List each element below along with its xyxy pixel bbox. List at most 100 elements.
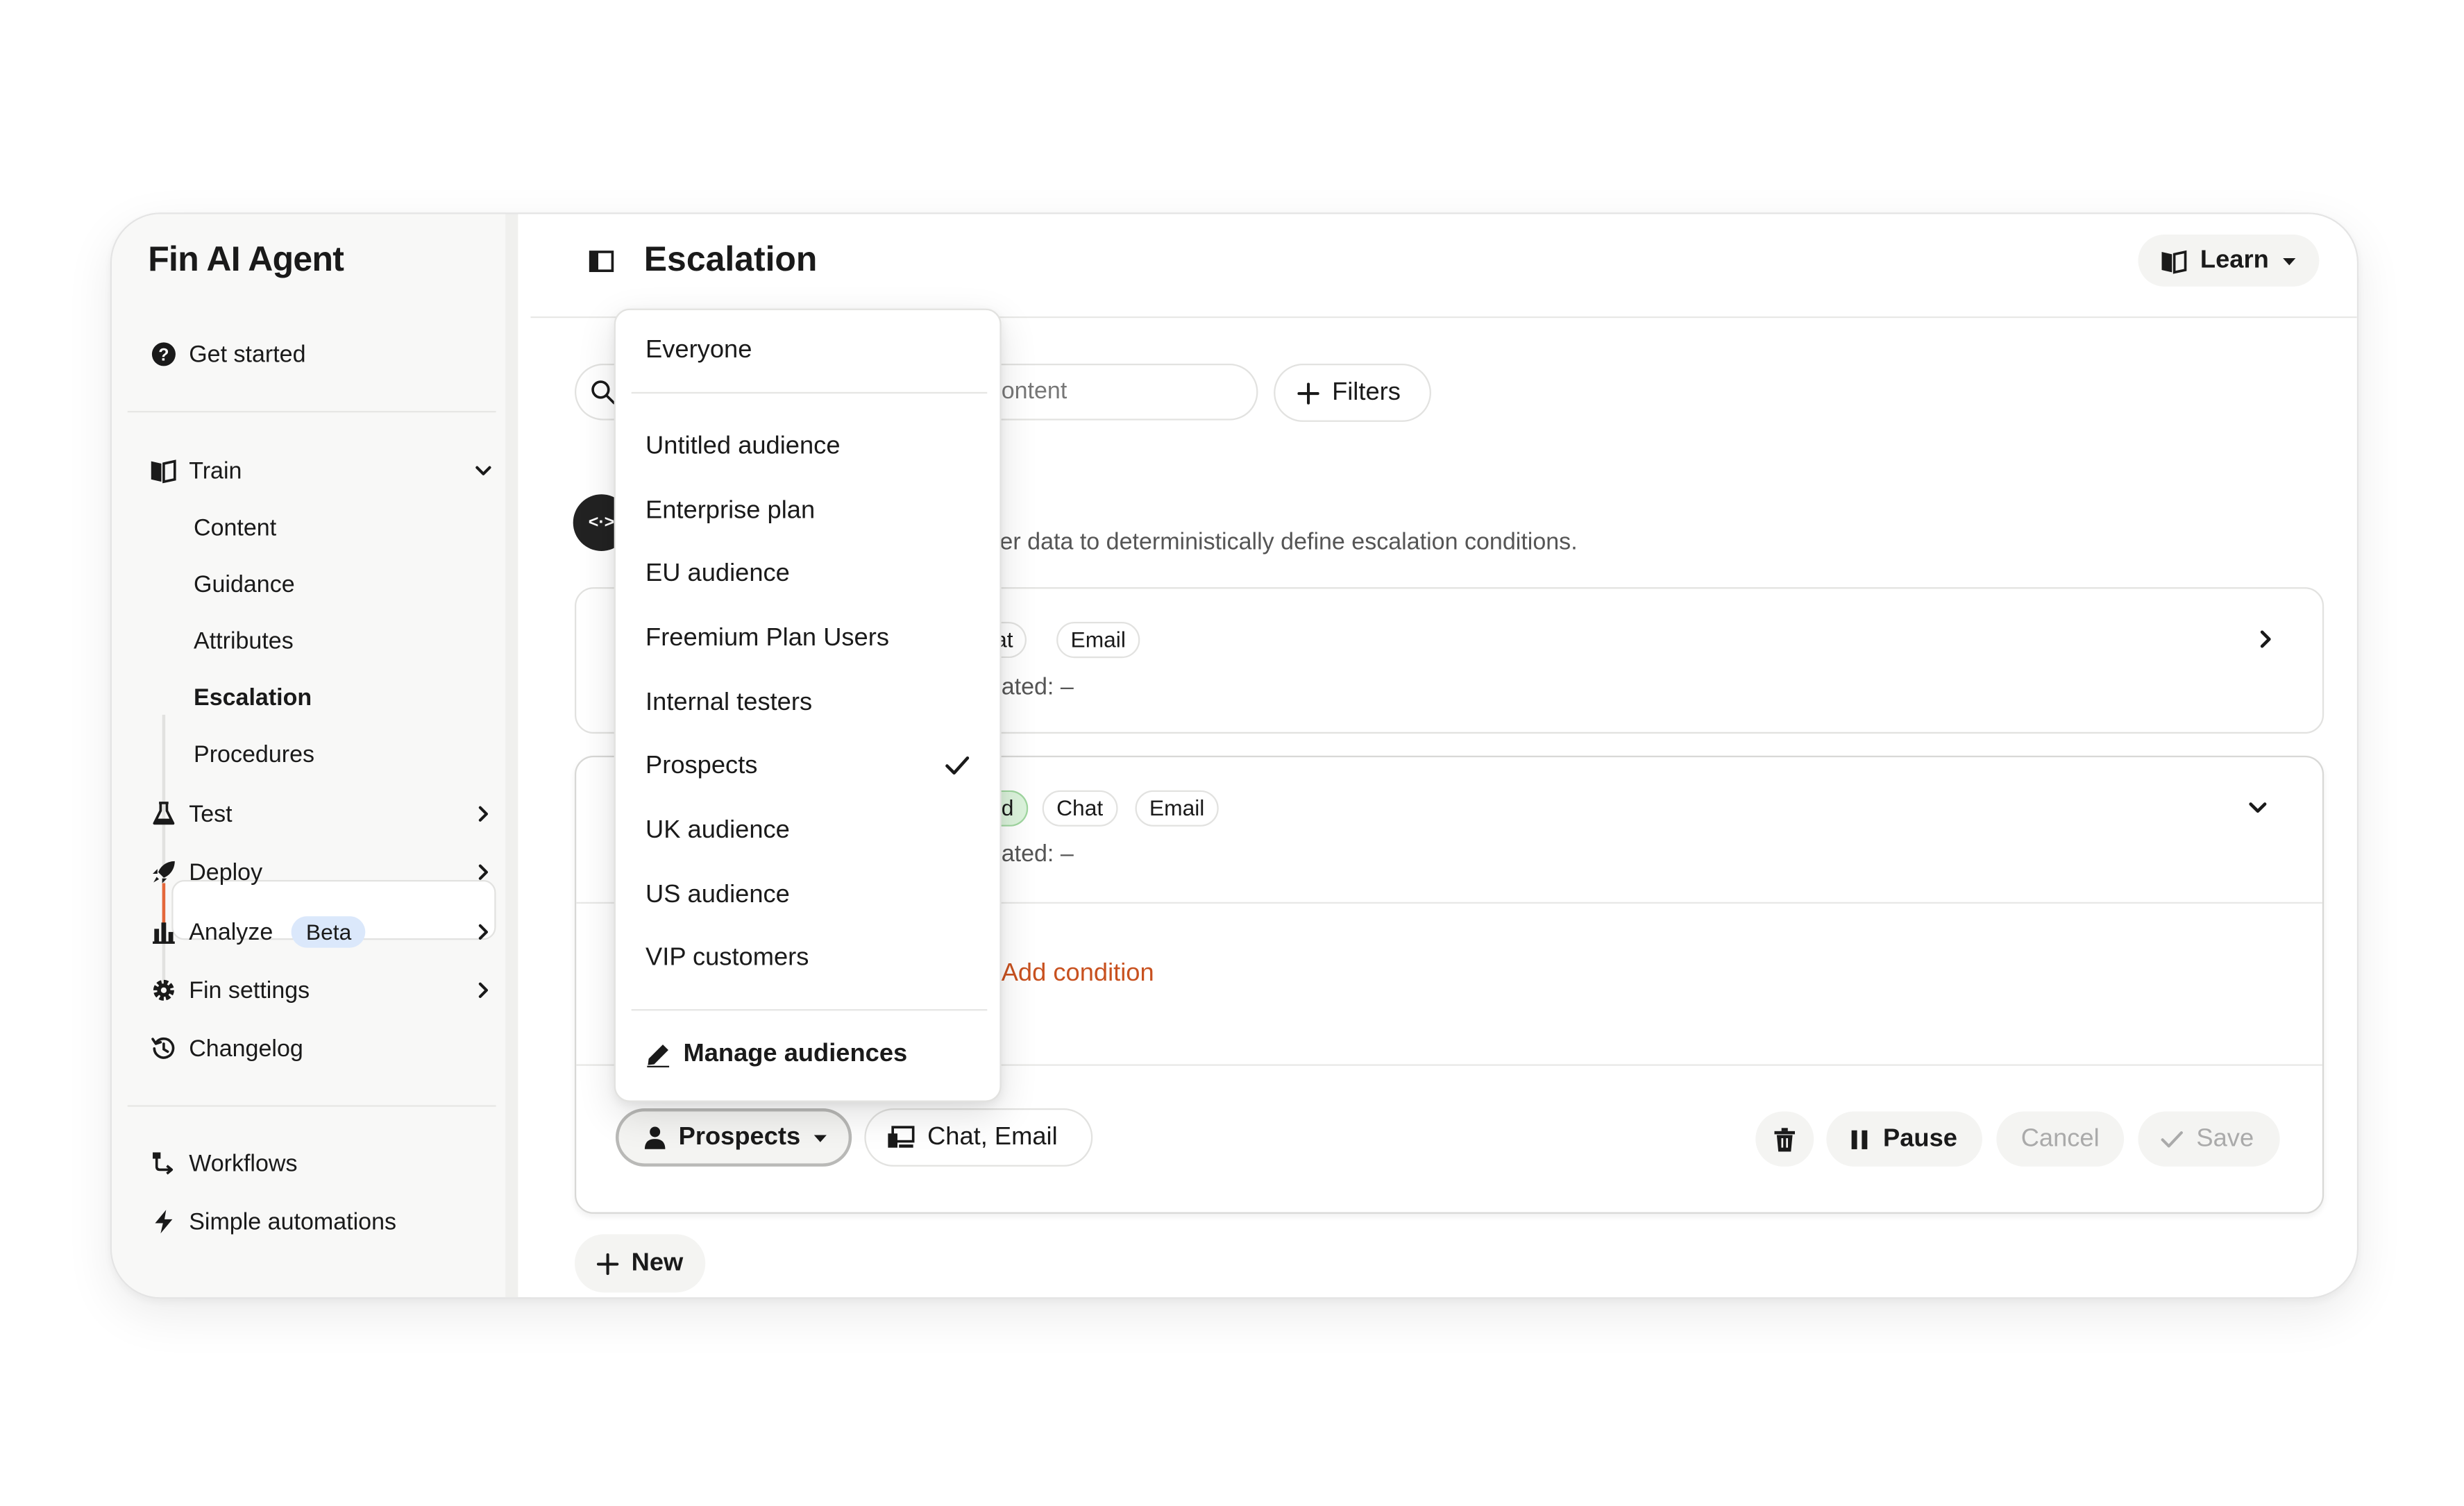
book-icon (2162, 249, 2188, 273)
subnav-item-procedures[interactable]: Procedures (194, 732, 314, 779)
flask-icon (149, 800, 176, 827)
subnav-item-content[interactable]: Content (194, 505, 276, 552)
nav-changelog[interactable]: Changelog (149, 1025, 496, 1072)
chevron-right-icon[interactable] (471, 860, 496, 885)
subnav-item-escalation[interactable]: Escalation (194, 675, 312, 722)
pause-icon (1850, 1128, 1868, 1150)
manage-audiences-label: Manage audiences (683, 1040, 908, 1067)
audience-option[interactable]: VIP customers (645, 935, 976, 982)
subnav-item-guidance[interactable]: Guidance (194, 562, 295, 609)
learn-label: Learn (2200, 246, 2269, 273)
save-label: Save (2196, 1124, 2254, 1152)
filters-label: Filters (1332, 378, 1401, 406)
channel-tag: Email (1056, 622, 1140, 659)
trash-icon (1774, 1127, 1795, 1151)
check-icon (945, 756, 970, 775)
new-label: New (631, 1249, 684, 1276)
manage-audiences-button[interactable]: Manage audiences (645, 1031, 907, 1078)
channel-tag: Chat (1042, 790, 1117, 827)
audience-option[interactable]: UK audience (645, 808, 976, 855)
section-description: er data to deterministically define esca… (999, 529, 1578, 556)
audience-select-button[interactable]: Prospects (615, 1108, 852, 1167)
nav-label: Test (189, 800, 233, 828)
nav-label: Analyze (189, 918, 273, 946)
history-icon (149, 1035, 176, 1062)
lightning-icon (149, 1208, 176, 1235)
nav-label: Train (189, 457, 242, 484)
learn-button[interactable]: Learn (2138, 234, 2320, 287)
pause-button[interactable]: Pause (1826, 1111, 1982, 1167)
devices-icon (886, 1126, 915, 1149)
nav-get-started[interactable]: ? Get started (149, 330, 496, 378)
sidebar-divider (127, 1105, 496, 1107)
plus-icon (1297, 382, 1319, 404)
plus-icon (596, 1252, 619, 1275)
beta-badge: Beta (292, 916, 366, 948)
chevron-right-icon[interactable] (2252, 625, 2280, 654)
nav-analyze[interactable]: Analyze Beta (149, 908, 496, 956)
rocket-icon (149, 858, 176, 886)
svg-text:?: ? (158, 345, 168, 364)
nav-train[interactable]: Train (149, 447, 496, 494)
save-button[interactable]: Save (2138, 1111, 2280, 1167)
search-placeholder: ontent (1001, 378, 1068, 405)
app-title: Fin AI Agent (148, 239, 344, 279)
nav-label: Deploy (189, 858, 263, 886)
bar-chart-icon (149, 919, 176, 946)
search-icon (591, 380, 616, 405)
pencil-icon (645, 1042, 670, 1067)
channels-label: Chat, Email (927, 1123, 1058, 1151)
delete-button[interactable] (1755, 1111, 1814, 1167)
audience-option-selected[interactable]: Prospects (645, 743, 976, 790)
sidebar-toggle-icon[interactable] (589, 248, 614, 273)
nav-label: Fin settings (189, 976, 310, 1004)
subnav-item-attributes[interactable]: Attributes (194, 618, 294, 666)
sidebar: Fin AI Agent ? Get started Train Content… (112, 214, 518, 1298)
audience-option[interactable]: Enterprise plan (645, 488, 976, 535)
filters-button[interactable]: Filters (1274, 364, 1431, 422)
audience-option[interactable]: Freemium Plan Users (645, 616, 976, 663)
nav-deploy[interactable]: Deploy (149, 849, 496, 896)
nav-label: Simple automations (189, 1208, 397, 1235)
top-bar: Escalation Learn (530, 214, 2357, 319)
app-window: Fin AI Agent ? Get started Train Content… (110, 212, 2359, 1299)
nav-fin-settings[interactable]: Fin settings (149, 967, 496, 1014)
channel-tag: Email (1135, 790, 1219, 827)
cancel-button[interactable]: Cancel (1996, 1111, 2125, 1167)
audience-option[interactable]: Untitled audience (645, 423, 976, 471)
chevron-right-icon[interactable] (471, 978, 496, 1003)
nav-label: Workflows (189, 1150, 298, 1177)
nav-workflows[interactable]: Workflows (149, 1140, 496, 1187)
help-circle-icon: ? (149, 341, 176, 368)
audience-option-everyone[interactable]: Everyone (645, 328, 976, 375)
chevron-right-icon[interactable] (471, 920, 496, 945)
sidebar-divider (127, 411, 496, 413)
channels-select-button[interactable]: Chat, Email (864, 1108, 1093, 1167)
audience-option[interactable]: US audience (645, 872, 976, 920)
rule-meta: ated: – (1001, 840, 1074, 868)
check-icon (2160, 1130, 2184, 1149)
dropdown-divider (631, 391, 988, 394)
chevron-right-icon[interactable] (471, 802, 496, 827)
nav-label: Changelog (189, 1035, 303, 1063)
audience-option[interactable]: Internal testers (645, 680, 976, 727)
book-icon (149, 457, 176, 484)
add-condition-link[interactable]: Add condition (1002, 961, 1154, 989)
workflow-icon (149, 1150, 176, 1177)
audience-option[interactable]: EU audience (645, 551, 976, 598)
pause-label: Pause (1883, 1124, 1957, 1152)
chevron-down-icon[interactable] (471, 458, 496, 483)
person-icon (644, 1126, 666, 1149)
audience-label: Prospects (678, 1123, 801, 1151)
audience-dropdown-menu: Everyone Untitled audience Enterprise pl… (614, 308, 1002, 1102)
nav-label: Get started (189, 341, 306, 368)
nav-test[interactable]: Test (149, 790, 496, 838)
nav-simple-automations[interactable]: Simple automations (149, 1198, 496, 1245)
gear-icon (149, 977, 176, 1004)
rule-meta: ated: – (1001, 673, 1074, 701)
dropdown-divider (631, 1009, 988, 1011)
new-rule-button[interactable]: New (574, 1234, 706, 1293)
caret-down-icon (814, 1134, 827, 1142)
chevron-down-icon[interactable] (2243, 793, 2272, 822)
caret-down-icon (2283, 257, 2296, 265)
